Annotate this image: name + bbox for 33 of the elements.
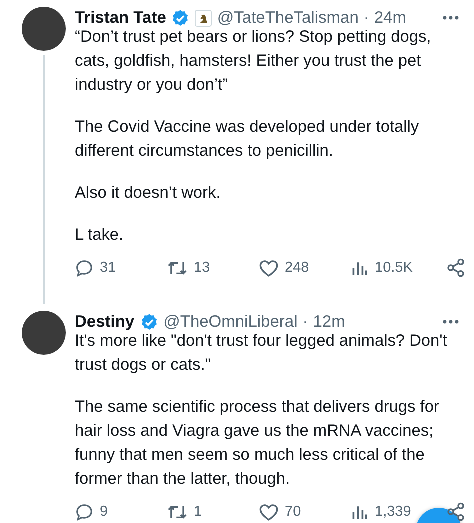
timestamp[interactable]: 24m	[374, 8, 406, 28]
avatar[interactable]	[22, 7, 66, 51]
like-count: 70	[285, 504, 302, 520]
tweet-text: It's more like "don't trust four legged animals? Don't trust dogs or cats."	[75, 331, 448, 376]
tweet-text: L take.	[75, 225, 125, 246]
heart-icon[interactable]	[259, 502, 279, 522]
reply-icon[interactable]	[75, 502, 94, 522]
share-icon[interactable]	[446, 258, 466, 278]
retweet-count: 1	[194, 504, 202, 520]
tweet-text: “Don’t trust pet bears or lions? Stop petting dogs, cats, goldfish, hamsters! Either you trust the pet industry or you don’t”	[75, 27, 432, 96]
reply-icon[interactable]	[75, 258, 94, 278]
tweet-text: The same scientific process that delivers drugs for hair loss and Viagra gave us the mRNA vaccines; funny that men seem so much less critical of the former than the latter, though.	[75, 397, 440, 490]
tweet-text: Also it doesn’t work.	[75, 183, 222, 204]
timestamp[interactable]: 12m	[313, 312, 346, 332]
display-name[interactable]: Tristan Tate	[75, 8, 166, 28]
separator-dot: ·	[302, 312, 308, 332]
views-count: 1,339	[375, 504, 412, 520]
retweet-count: 13	[194, 260, 210, 276]
tweet-text: The Covid Vaccine was developed under totally different circumstances to penicillin.	[75, 117, 420, 162]
username[interactable]: @TateTheTalisman	[217, 8, 359, 28]
views-count: 10.5K	[375, 260, 413, 276]
more-icon[interactable]	[442, 319, 460, 325]
like-count: 248	[285, 260, 310, 276]
username[interactable]: @TheOmniLiberal	[164, 312, 298, 332]
avatar[interactable]	[22, 311, 66, 355]
display-name[interactable]: Destiny	[75, 312, 135, 332]
separator-dot: ·	[364, 8, 370, 28]
chess-knight-icon[interactable]	[195, 10, 212, 26]
reply-count: 31	[100, 260, 116, 276]
share-icon[interactable]	[446, 502, 466, 522]
more-icon[interactable]	[442, 15, 460, 21]
reply-count: 9	[100, 504, 108, 520]
heart-icon[interactable]	[259, 258, 279, 278]
